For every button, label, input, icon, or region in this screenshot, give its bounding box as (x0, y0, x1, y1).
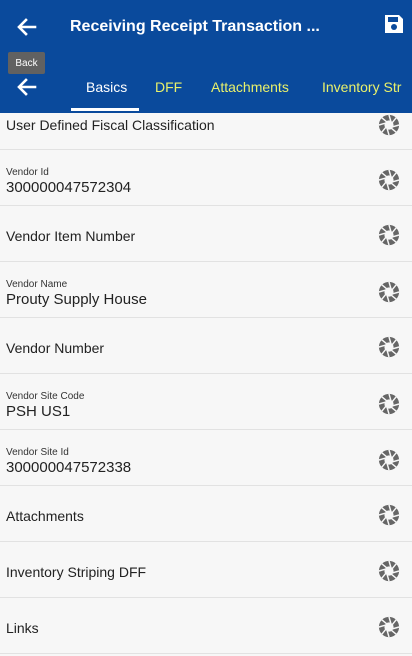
arrow-left-icon (17, 18, 37, 36)
shutter-icon[interactable] (378, 224, 400, 246)
list-item[interactable]: Inventory Striping DFF (0, 542, 412, 598)
shutter-icon[interactable] (378, 616, 400, 638)
active-tab-indicator (71, 108, 139, 111)
list-item[interactable]: Vendor Item Number (0, 206, 412, 262)
shutter-icon[interactable] (378, 169, 400, 191)
field-list: User Defined Fiscal Classification Vendo… (0, 113, 412, 656)
list-item[interactable]: Vendor Site Code PSH US1 (0, 374, 412, 430)
field-label: Vendor Site Id (6, 447, 69, 458)
save-icon (385, 15, 403, 33)
list-item[interactable]: Vendor Name Prouty Supply House (0, 262, 412, 318)
list-item[interactable]: Links (0, 598, 412, 654)
shutter-icon[interactable] (378, 114, 400, 136)
field-value: Prouty Supply House (6, 291, 147, 308)
tab-basics[interactable]: Basics (86, 79, 127, 95)
tab-inventory-striping[interactable]: Inventory Str (322, 79, 401, 95)
shutter-icon[interactable] (378, 393, 400, 415)
shutter-icon[interactable] (378, 336, 400, 358)
tab-bar: Basics DFF Attachments Inventory Str (0, 60, 412, 113)
title-bar: Receiving Receipt Transaction ... (0, 0, 412, 56)
field-label: Vendor Id (6, 167, 49, 178)
field-label: Vendor Item Number (6, 228, 136, 244)
save-button[interactable] (384, 14, 406, 36)
list-item[interactable]: Vendor Number (0, 318, 412, 374)
arrow-left-icon (17, 78, 37, 96)
field-label: User Defined Fiscal Classification (6, 117, 215, 133)
tab-attachments[interactable]: Attachments (211, 79, 289, 95)
field-label: Links (6, 620, 39, 636)
tab-back-button[interactable] (14, 74, 40, 100)
list-item[interactable]: Vendor Site Id 300000047572338 (0, 430, 412, 486)
field-label: Vendor Site Code (6, 391, 85, 402)
field-label: Vendor Number (6, 340, 105, 356)
shutter-icon[interactable] (378, 560, 400, 582)
back-tooltip: Back (8, 52, 45, 74)
shutter-icon[interactable] (378, 504, 400, 526)
page-title: Receiving Receipt Transaction ... (70, 18, 320, 35)
field-label: Attachments (6, 508, 84, 524)
field-value: 300000047572338 (6, 459, 132, 476)
field-value: PSH US1 (6, 403, 71, 420)
shutter-icon[interactable] (378, 449, 400, 471)
shutter-icon[interactable] (378, 281, 400, 303)
field-label: Inventory Striping DFF (6, 564, 147, 580)
back-button[interactable] (14, 14, 40, 40)
field-label: Vendor Name (6, 279, 68, 290)
field-value: 300000047572304 (6, 179, 132, 196)
list-item[interactable]: User Defined Fiscal Classification (0, 113, 412, 150)
header: Receiving Receipt Transaction ... Basics… (0, 0, 412, 113)
list-item[interactable]: Vendor Id 300000047572304 (0, 150, 412, 206)
tab-dff[interactable]: DFF (155, 79, 182, 95)
list-item[interactable]: Attachments (0, 486, 412, 542)
